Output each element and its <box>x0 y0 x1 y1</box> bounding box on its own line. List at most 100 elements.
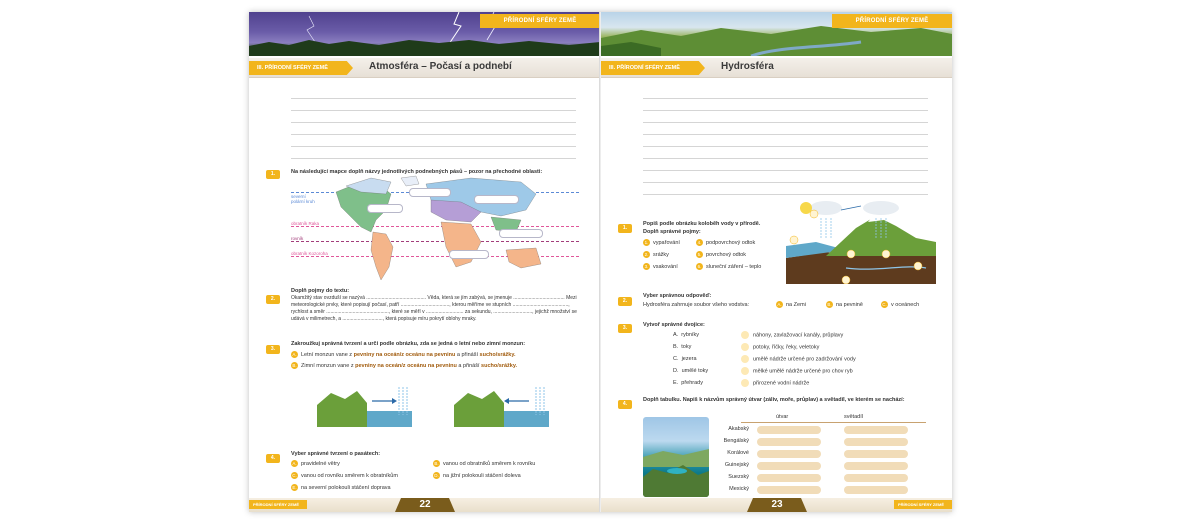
option-b[interactable]: B. na pevnině <box>826 301 863 309</box>
answer-circle[interactable] <box>741 367 749 375</box>
workbook-spread: PŘÍRODNÍ SFÉRY ZEMĚ III. PŘÍRODNÍ SFÉRY … <box>249 12 952 512</box>
answer-cell-formation[interactable] <box>757 450 821 458</box>
row-label: Akabský <box>728 426 749 432</box>
task-title: Doplň pojmy do textu: <box>291 288 350 294</box>
footer-tag: PŘÍRODNÍ SFÉRY ZEMĚ <box>249 500 307 509</box>
option-c[interactable]: C. vanou od rovníku směrem k obratníkům <box>291 472 398 480</box>
writing-line[interactable] <box>291 122 576 123</box>
pair-right-4[interactable]: mělké umělé nádrže určené pro chov ryb <box>741 367 853 375</box>
page-title: Hydrosféra <box>721 61 774 72</box>
pair-left-d: D. umělé toky <box>673 368 709 374</box>
option-e[interactable]: E. na severní polokouli stáčení doprava <box>291 484 391 492</box>
option-d[interactable]: D. na jižní polokouli stáčení doleva <box>433 472 521 480</box>
table-row: Mexický <box>709 484 939 495</box>
writing-line[interactable] <box>643 194 928 195</box>
table-row: Guinejský <box>709 460 939 471</box>
answer-cell-continent[interactable] <box>844 486 908 494</box>
pair-left-c: C. jezera <box>673 356 697 362</box>
page-left: PŘÍRODNÍ SFÉRY ZEMĚ III. PŘÍRODNÍ SFÉRY … <box>249 12 600 512</box>
answer-cell-continent[interactable] <box>844 474 908 482</box>
label-tropic-cancer: obratník Raka <box>291 221 320 226</box>
task-badge: 1. <box>266 170 280 179</box>
task-title: Vyber správné tvrzení o pasátech: <box>291 451 381 457</box>
pair-right-3[interactable]: umělé nádrže určené pro zadržování vody <box>741 355 856 363</box>
answer-circle[interactable] <box>741 355 749 363</box>
writing-line[interactable] <box>643 110 928 111</box>
row-label: Suezský <box>728 474 749 480</box>
pair-right-2[interactable]: potoky, říčky, řeky, veletoky <box>741 343 819 351</box>
statement-b[interactable]: B. Zimní monzun vane z pevniny na oceán/z… <box>291 362 517 370</box>
writing-line[interactable] <box>291 158 576 159</box>
banner-tag: PŘÍRODNÍ SFÉRY ZEMĚ <box>480 14 600 28</box>
section-tag: III. PŘÍRODNÍ SFÉRY ZEMĚ <box>249 61 353 75</box>
task-title: Vytvoř správné dvojice: <box>643 322 705 328</box>
answer-cell-formation[interactable] <box>757 474 821 482</box>
writing-line[interactable] <box>291 98 576 99</box>
writing-line[interactable] <box>643 146 928 147</box>
map-answer-box[interactable] <box>367 204 403 213</box>
answer-circle[interactable] <box>741 379 749 387</box>
footer-tag: PŘÍRODNÍ SFÉRY ZEMĚ <box>894 500 952 509</box>
task-title: Vyber správnou odpověď: <box>643 293 712 299</box>
writing-line[interactable] <box>643 170 928 171</box>
task-question: Hydrosféra zahrnuje soubor všeho vodstva… <box>643 302 750 308</box>
option-c[interactable]: C. v oceánech <box>881 301 919 309</box>
option-a[interactable]: A. na Zemi <box>776 301 806 309</box>
term-3: 3. vsakování <box>643 263 678 271</box>
map-answer-box[interactable] <box>449 250 489 259</box>
answer-cell-formation[interactable] <box>757 438 821 446</box>
task-badge: 2. <box>618 297 632 306</box>
map-answer-box[interactable] <box>499 229 543 238</box>
row-label: Bengálský <box>723 438 749 444</box>
term-4: 4. podpovrchový odtok <box>696 239 756 247</box>
writing-line[interactable] <box>643 122 928 123</box>
banner-valley-photo: PŘÍRODNÍ SFÉRY ZEMĚ <box>601 12 952 56</box>
pair-left-e: E. přehrady <box>673 380 703 386</box>
writing-line[interactable] <box>291 146 576 147</box>
writing-line[interactable] <box>643 98 928 99</box>
option-b[interactable]: B. vanou od obratníků směrem k rovníku <box>433 460 535 468</box>
answer-circle[interactable] <box>741 331 749 339</box>
writing-line[interactable] <box>643 158 928 159</box>
answer-circle[interactable] <box>741 343 749 351</box>
answer-cell-continent[interactable] <box>844 438 908 446</box>
label-equator: rovník <box>291 236 304 241</box>
writing-line[interactable] <box>643 134 928 135</box>
section-bar: III. PŘÍRODNÍ SFÉRY ZEMĚ Atmosféra – Poč… <box>249 58 600 78</box>
map-answer-box[interactable] <box>409 188 451 197</box>
task-title: Doplň tabulku. Napiš k názvům správný út… <box>643 397 905 403</box>
writing-line[interactable] <box>291 110 576 111</box>
row-label: Mexický <box>729 486 749 492</box>
pair-left-a: A. rybníky <box>673 332 699 338</box>
task-title: Zakroužkuj správná tvrzení a urči podle … <box>291 341 526 347</box>
pair-right-5[interactable]: přirozené vodní nádrže <box>741 379 809 387</box>
column-header-formation: útvar <box>776 414 789 420</box>
page-number: 23 <box>747 498 807 512</box>
option-a[interactable]: A. pravidelné větry <box>291 460 340 468</box>
pair-right-1[interactable]: náhony, zavlažovací kanály, průplavy <box>741 331 843 339</box>
task-badge: 3. <box>618 324 632 333</box>
task-subtitle: Doplň správné pojmy: <box>643 229 701 235</box>
statement-a[interactable]: A. Letní monzun vane z pevniny na oceán/z… <box>291 351 516 359</box>
answer-cell-continent[interactable] <box>844 426 908 434</box>
row-label: Korálové <box>727 450 749 456</box>
answer-cell-continent[interactable] <box>844 462 908 470</box>
page-title: Atmosféra – Počasí a podnebí <box>369 61 512 72</box>
water-cycle-illustration <box>786 201 936 284</box>
writing-line[interactable] <box>291 134 576 135</box>
answer-cell-formation[interactable] <box>757 462 821 470</box>
monsoon-scene-right <box>454 383 549 427</box>
answer-cell-continent[interactable] <box>844 450 908 458</box>
label-tropic-capricorn: obratník Kozoroha <box>291 251 328 256</box>
page-footer: PŘÍRODNÍ SFÉRY ZEMĚ 22 <box>249 498 600 512</box>
label-arctic-circle: severní polární kruh <box>291 194 315 204</box>
fill-in-paragraph[interactable]: Okamžitý stav ovzduší se nazývá ........… <box>291 295 581 323</box>
map-answer-box[interactable] <box>474 195 519 204</box>
answer-cell-formation[interactable] <box>757 486 821 494</box>
answer-cell-formation[interactable] <box>757 426 821 434</box>
writing-line[interactable] <box>643 182 928 183</box>
term-2: 2. srážky <box>643 251 669 259</box>
term-5: 5. povrchový odtok <box>696 251 747 259</box>
task-badge: 2. <box>266 295 280 304</box>
page-right: PŘÍRODNÍ SFÉRY ZEMĚ III. PŘÍRODNÍ SFÉRY … <box>601 12 952 512</box>
